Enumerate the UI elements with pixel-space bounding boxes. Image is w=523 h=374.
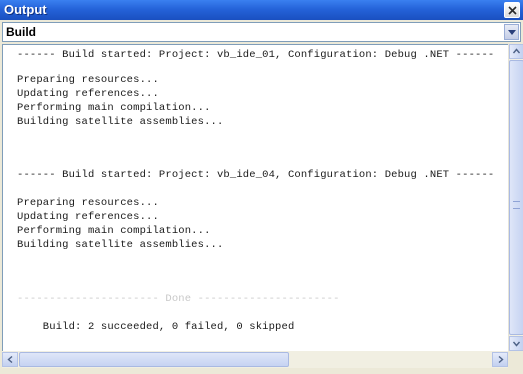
title-bar[interactable]: Output [0,0,523,20]
vertical-scroll-thumb[interactable] [509,60,523,335]
output-line: Building satellite assemblies... [17,239,224,251]
output-line: Building satellite assemblies... [17,116,224,128]
scroll-left-button[interactable] [2,352,18,367]
output-line: Performing main compilation... [17,225,211,237]
close-button[interactable] [504,2,520,18]
output-line: ---------------------- Done ------------… [17,293,340,305]
window-title: Output [4,2,47,17]
output-line: Updating references... [17,88,159,100]
output-line: Updating references... [17,211,159,223]
chevron-down-icon [507,29,516,35]
output-line: ------ Build started: Project: vb_ide_04… [17,169,495,181]
chevron-right-icon [498,356,504,363]
output-line: Preparing resources... [17,197,159,209]
output-text-area[interactable]: ------ Build started: Project: vb_ide_01… [2,44,508,351]
output-line: ------ Build started: Project: vb_ide_01… [17,49,495,61]
horizontal-scroll-thumb[interactable] [19,352,289,367]
vertical-scrollbar[interactable] [508,44,523,351]
chevron-left-icon [6,356,12,363]
output-window: Output Build ------ Build started: Proje… [0,0,523,374]
chevron-down-icon [513,341,520,347]
scrollbar-corner [508,351,523,368]
output-line-summary: Build: 2 succeeded, 0 failed, 0 skipped [17,321,295,333]
dropdown-selected-value: Build [6,25,36,39]
scroll-right-button[interactable] [492,352,508,367]
scroll-up-button[interactable] [509,44,523,59]
output-source-dropdown[interactable]: Build [2,22,521,42]
scroll-down-button[interactable] [509,336,523,351]
dropdown-arrow-button[interactable] [504,24,519,40]
output-line: Performing main compilation... [17,102,211,114]
horizontal-scrollbar[interactable] [2,351,508,368]
output-line: Preparing resources... [17,74,159,86]
close-icon [507,5,517,15]
chevron-up-icon [513,48,520,54]
scroll-grip-icon [513,201,520,209]
